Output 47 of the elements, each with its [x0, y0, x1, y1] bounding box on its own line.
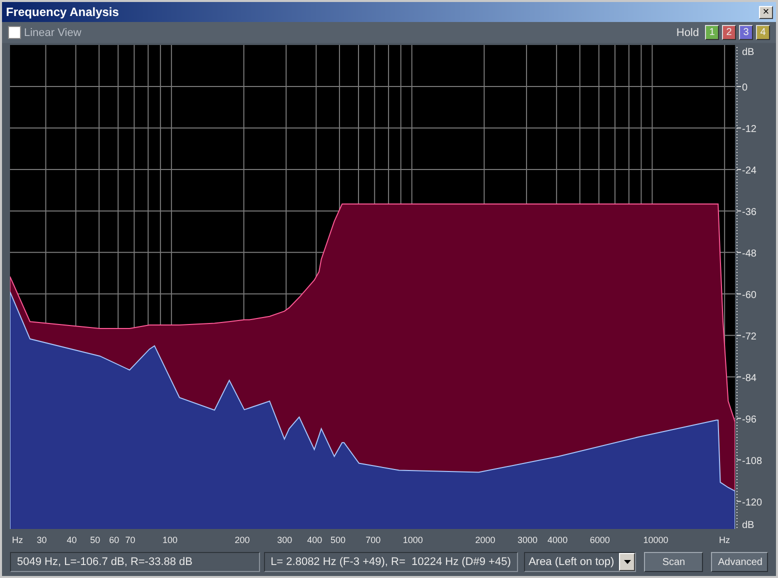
close-button[interactable]: × [759, 6, 773, 18]
hz-scale-label: 10000 [643, 535, 668, 545]
hz-scale-label: 70 [125, 535, 136, 545]
linear-view-checkbox[interactable]: Linear View [8, 26, 82, 39]
db-scale-label: -60 [742, 290, 756, 301]
db-scale-label: -12 [742, 124, 756, 135]
hold-slot-button[interactable]: 1 [705, 25, 719, 40]
db-scale-label: -84 [742, 372, 756, 384]
hz-scale-label: 200 [234, 535, 250, 545]
db-scale-label: -72 [742, 331, 756, 342]
checkbox-label: Linear View [24, 26, 82, 38]
hz-scale-label: Hz [12, 535, 23, 545]
hold-label: Hold [676, 26, 699, 38]
db-scale-label: -24 [742, 165, 756, 176]
hz-scale-label: 60 [109, 535, 120, 545]
dropdown-value: Area (Left on top) [528, 556, 614, 568]
hz-scale-label: 50 [90, 535, 100, 545]
db-scale-label: dB [742, 47, 754, 58]
hz-scale-label: 300 [277, 535, 292, 545]
hz-scale-label: 2000 [475, 535, 496, 545]
hz-scale-label: 700 [366, 535, 381, 545]
display-mode-dropdown[interactable]: Area (Left on top) [524, 552, 636, 572]
hz-scale-label: 400 [307, 535, 322, 545]
hold-slot-button[interactable]: 3 [739, 25, 753, 40]
db-scale-label: dB [742, 520, 754, 531]
hz-scale-label: 40 [66, 535, 77, 545]
hz-scale-label: 1000 [402, 535, 423, 545]
db-scale-label: 0 [742, 82, 748, 94]
hz-scale-label: 100 [162, 535, 178, 545]
hz-scale-label: Hz [719, 535, 730, 545]
db-scale-label: -96 [742, 414, 756, 426]
hz-scale-label: 6000 [590, 535, 610, 545]
hold-slot-button[interactable]: 4 [756, 25, 770, 40]
action-button[interactable]: Advanced [711, 552, 768, 572]
cursor-readout: 5049 Hz, L=-106.7 dB, R=-33.88 dB [10, 552, 260, 572]
hz-scale-label: 3000 [518, 535, 538, 545]
db-scale-label: -48 [742, 248, 756, 260]
hold-slot-button[interactable]: 2 [722, 25, 736, 40]
db-scale-label: -108 [742, 456, 762, 467]
hz-scale-label: 30 [36, 535, 47, 545]
db-scale-label: -120 [742, 497, 762, 508]
window-title: Frequency Analysis [6, 5, 119, 19]
action-button[interactable]: Scan [644, 552, 703, 572]
hz-scale-label: 4000 [548, 535, 568, 545]
db-scale-label: -36 [742, 206, 756, 218]
hz-scale-label: 500 [330, 535, 346, 545]
selection-readout: L= 2.8082 Hz (F-3 +49), R= 10224 Hz (D#9 +45) [264, 552, 518, 572]
